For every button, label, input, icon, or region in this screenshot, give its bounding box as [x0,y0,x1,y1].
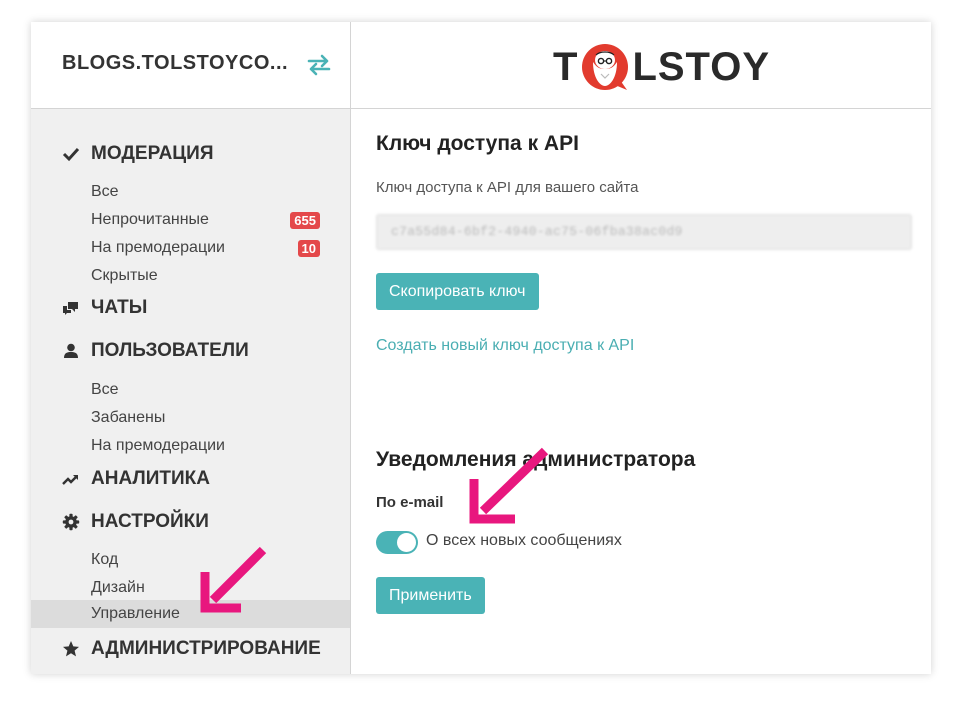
annotation-arrow-icon [469,447,549,524]
logo-text: LSTOY [632,44,771,89]
email-label: По e-mail [376,494,444,511]
annotation-arrow-icon [200,546,267,613]
site-switcher[interactable]: BLOGS.TOLSTOYCO... [31,22,350,109]
user-icon [64,343,78,358]
sidebar-section-moderation[interactable]: МОДЕРАЦИЯ [62,142,213,166]
sidebar-item-premoderation[interactable]: На премодерации 10 [31,234,350,262]
sidebar-section-analytics[interactable]: АНАЛИТИКА [62,467,210,491]
new-messages-toggle[interactable] [376,531,418,554]
sidebar-item-label: На премодерации [91,437,225,454]
sidebar-item-code[interactable]: Код [31,546,350,574]
main-header: T LSTOY [351,22,931,109]
sidebar-section-label: АНАЛИТИКА [91,468,210,489]
sidebar-item-unread[interactable]: Непрочитанные 655 [31,206,350,234]
sidebar-item-label: На премодерации [91,239,225,256]
sidebar-section-users[interactable]: ПОЛЬЗОВАТЕЛИ [62,339,249,363]
sidebar-section-label: МОДЕРАЦИЯ [91,143,214,164]
tolstoy-face-logo-icon [582,44,629,90]
sidebar-section-label: ЧАТЫ [91,297,148,318]
sidebar-item-label: Все [91,381,119,398]
site-name[interactable]: BLOGS.TOLSTOYCO... [62,52,288,75]
swap-arrows-icon[interactable] [307,54,331,76]
api-key-description: Ключ доступа к API для вашего сайта [376,179,639,196]
unread-count-badge: 655 [290,212,320,229]
star-icon [63,641,79,657]
chat-bubbles-icon [63,302,78,315]
sidebar-section-label: АДМИНИСТРИРОВАНИЕ [91,638,321,659]
sidebar-item-label: Непрочитанные [91,211,209,228]
check-icon [62,147,80,162]
sidebar-item-management[interactable]: Управление [31,600,350,628]
sidebar-item-users-premoderation[interactable]: На премодерации [31,432,350,460]
sidebar-item-label: Дизайн [91,579,145,596]
copy-key-button[interactable]: Скопировать ключ [376,273,539,310]
sidebar-item-label: Управление [91,605,180,622]
premoderation-count-badge: 10 [297,240,320,257]
sidebar-section-chats[interactable]: ЧАТЫ [62,296,147,320]
main-content: T LSTOY Ключ доступа к API Ключ доступа … [351,22,931,674]
sidebar-item-label: Скрытые [91,267,158,284]
sidebar: BLOGS.TOLSTOYCO... МОДЕРАЦИЯ Все Непрочи… [31,22,351,674]
sidebar-item-users-all[interactable]: Все [31,376,350,404]
sidebar-item-label: Код [91,551,119,568]
app-window: BLOGS.TOLSTOYCO... МОДЕРАЦИЯ Все Непрочи… [31,22,931,674]
trend-chart-icon [62,475,78,485]
apply-button[interactable]: Применить [376,577,485,614]
sidebar-section-label: ПОЛЬЗОВАТЕЛИ [91,340,249,361]
toggle-label: О всех новых сообщениях [426,532,622,549]
api-section-title: Ключ доступа к API [376,132,579,155]
sidebar-section-settings[interactable]: НАСТРОЙКИ [62,510,209,534]
toggle-knob [397,533,416,552]
tolstoy-logo: T LSTOY [553,42,770,92]
sidebar-item-hidden[interactable]: Скрытые [31,262,350,290]
sidebar-section-label: НАСТРОЙКИ [91,511,209,532]
create-new-key-link[interactable]: Создать новый ключ доступа к API [376,337,634,355]
sidebar-item-design[interactable]: Дизайн [31,574,350,602]
sidebar-section-administration[interactable]: АДМИНИСТРИРОВАНИЕ [62,637,321,661]
sidebar-item-label: Все [91,183,119,200]
api-key-field[interactable]: c7a55d84-6bf2-4940-ac75-06fba38ac0d9 [376,214,912,250]
sidebar-item-moderation-all[interactable]: Все [31,178,350,206]
sidebar-item-label: Забанены [91,409,166,426]
gear-icon [62,513,80,531]
logo-text: T [553,44,579,89]
sidebar-item-banned[interactable]: Забанены [31,404,350,432]
